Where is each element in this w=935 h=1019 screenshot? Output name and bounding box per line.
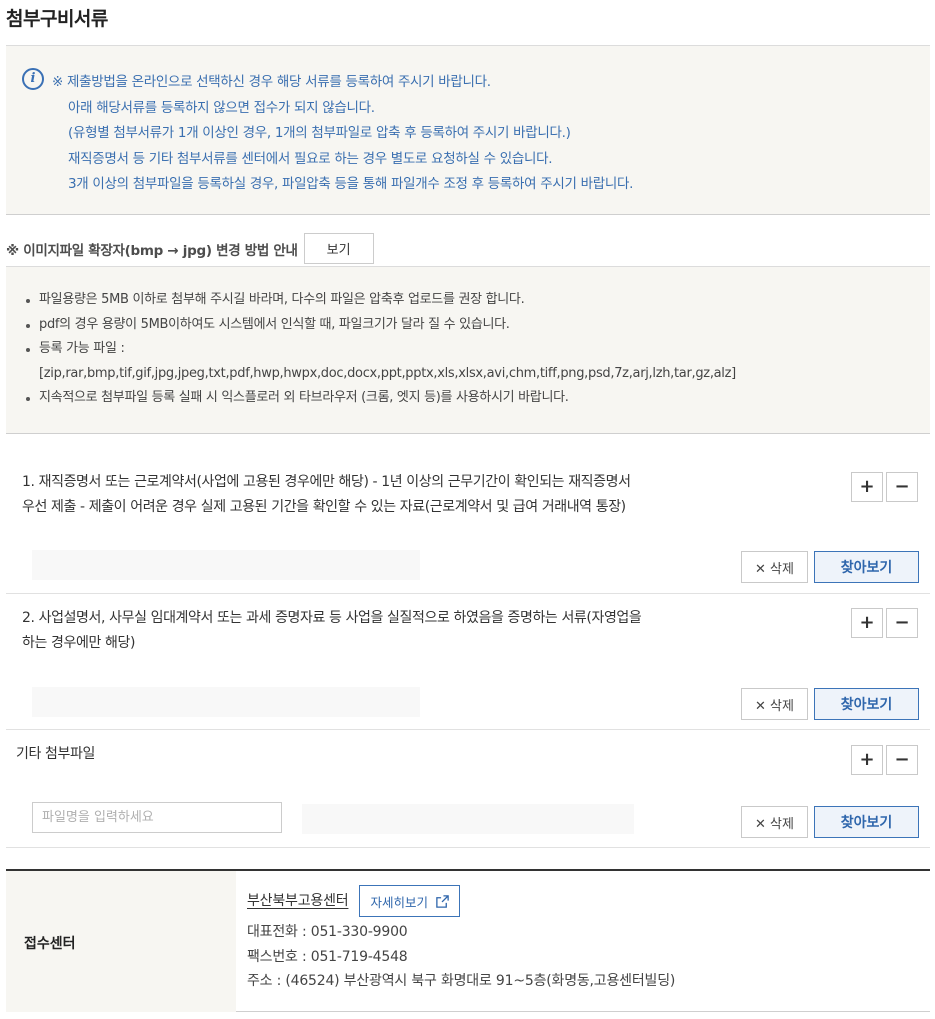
notice-line: 재직증명서 등 기타 첨부서류를 센터에서 필요로 하는 경우 별도로 요청하실… <box>68 150 553 167</box>
delete-button[interactable]: ✕ 삭제 <box>741 688 808 720</box>
reception-center-info: 부산북부고용센터 자세히보기 대표전화 : 051-330-9900 팩스번호 … <box>247 885 675 994</box>
reception-center-label-cell: 접수센터 <box>6 871 236 1012</box>
attachment-description: 기타 첨부파일 <box>16 746 95 762</box>
notice-line: (유형별 첨부서류가 1개 이상인 경우, 1개의 첨부파일로 압축 후 등록하… <box>68 125 571 141</box>
notice-box: i ※ 제출방법을 온라인으로 선택하신 경우 해당 서류를 등록하여 주시기 … <box>6 45 930 215</box>
notice-line: ※ 제출방법을 온라인으로 선택하신 경우 해당 서류를 등록하여 주시기 바랍… <box>52 74 491 90</box>
browse-button[interactable]: 찾아보기 <box>814 688 919 720</box>
add-file-button[interactable]: + <box>851 745 883 775</box>
attachment-row: 2. 사업설명서, 사무실 임대계약서 또는 과세 증명자료 등 사업을 실질적… <box>6 594 930 730</box>
guide-item: 파일용량은 5MB 이하로 첨부해 주시길 바라며, 다수의 파일은 압축후 업… <box>24 288 736 313</box>
view-detail-label: 자세히보기 <box>370 894 428 910</box>
view-detail-button[interactable]: 자세히보기 <box>359 885 460 917</box>
remove-file-button[interactable]: − <box>886 608 918 638</box>
guide-item: pdf의 경우 용량이 5MB이하여도 시스템에서 인식할 때, 파일크기가 달… <box>24 313 736 338</box>
attachment-description: 2. 사업설명서, 사무실 임대계약서 또는 과세 증명자료 등 사업을 실질적… <box>22 606 712 656</box>
info-icon: i <box>22 68 44 90</box>
file-name-display <box>302 804 634 834</box>
reception-center: 접수센터 부산북부고용센터 자세히보기 대표전화 : 051-330-9900 … <box>6 869 930 1012</box>
file-guide-box: 파일용량은 5MB 이하로 첨부해 주시길 바라며, 다수의 파일은 압축후 업… <box>6 266 930 434</box>
file-name-display <box>32 550 420 580</box>
attachment-row: 1. 재직증명서 또는 근로계약서(사업에 고용된 경우에만 해당) - 1년 … <box>6 435 930 594</box>
page-title: 첨부구비서류 <box>6 8 108 30</box>
attachment-description: 1. 재직증명서 또는 근로계약서(사업에 고용된 경우에만 해당) - 1년 … <box>22 470 712 520</box>
attachment-desc-line: 2. 사업설명서, 사무실 임대계약서 또는 과세 증명자료 등 사업을 실질적… <box>22 610 642 626</box>
allowed-extensions: [zip,rar,bmp,tif,gif,jpg,jpeg,txt,pdf,hw… <box>39 365 736 381</box>
guide-item: 지속적으로 첨부파일 등록 실패 시 익스플로러 외 타브라우저 (크롬, 엣지… <box>24 386 736 411</box>
file-guide-list: 파일용량은 5MB 이하로 첨부해 주시길 바라며, 다수의 파일은 압축후 업… <box>24 288 736 411</box>
notice-text: ※ 제출방법을 온라인으로 선택하신 경우 해당 서류를 등록하여 주시기 바랍… <box>52 70 633 198</box>
notice-line: 아래 해당서류를 등록하지 않으면 접수가 되지 않습니다. <box>68 99 375 116</box>
reception-center-label: 접수센터 <box>24 936 76 952</box>
add-file-button[interactable]: + <box>851 608 883 638</box>
center-name-row: 부산북부고용센터 자세히보기 <box>247 885 675 917</box>
center-fax: 팩스번호 : 051-719-4548 <box>247 948 408 965</box>
attachment-desc-line: 우선 제출 - 제출이 어려운 경우 실제 고용된 기간을 확인할 수 있는 자… <box>22 499 626 515</box>
attachment-row: 기타 첨부파일 + − ✕ 삭제 찾아보기 <box>6 730 930 848</box>
notice-line: 3개 이상의 첨부파일을 등록하실 경우, 파일압축 등을 통해 파일개수 조정… <box>68 176 634 192</box>
browse-button[interactable]: 찾아보기 <box>814 551 919 583</box>
extension-guide: ※ 이미지파일 확장자(bmp → jpg) 변경 방법 안내 보기 <box>6 233 374 264</box>
remove-file-button[interactable]: − <box>886 745 918 775</box>
attachment-desc-line: 1. 재직증명서 또는 근로계약서(사업에 고용된 경우에만 해당) - 1년 … <box>22 474 631 490</box>
center-address: 주소 : (46524) 부산광역시 북구 화명대로 91~5층(화명동,고용센… <box>247 973 676 989</box>
browse-button[interactable]: 찾아보기 <box>814 806 919 838</box>
center-phone: 대표전화 : 051-330-9900 <box>247 924 408 940</box>
file-name-display <box>32 687 420 717</box>
add-file-button[interactable]: + <box>851 472 883 502</box>
delete-button[interactable]: ✕ 삭제 <box>741 551 808 583</box>
view-guide-button[interactable]: 보기 <box>303 233 374 264</box>
file-name-input[interactable] <box>32 802 282 833</box>
center-name-link[interactable]: 부산북부고용센터 <box>247 889 349 914</box>
external-link-icon <box>436 894 449 908</box>
remove-file-button[interactable]: − <box>886 472 918 502</box>
extension-guide-text: ※ 이미지파일 확장자(bmp → jpg) 변경 방법 안내 <box>6 242 298 259</box>
attachment-desc-line: 하는 경우에만 해당) <box>22 635 136 651</box>
guide-item: 등록 가능 파일 : <box>24 337 736 362</box>
delete-button[interactable]: ✕ 삭제 <box>741 806 808 838</box>
